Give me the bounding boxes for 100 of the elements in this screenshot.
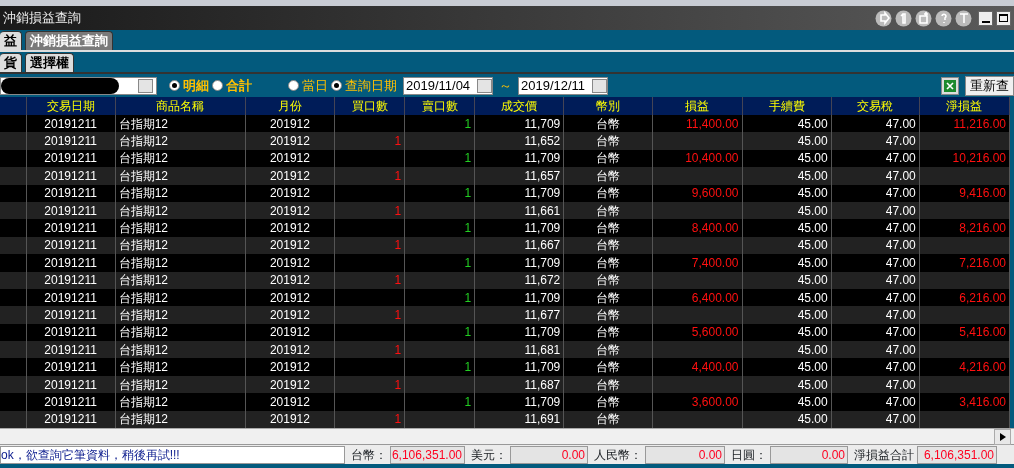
column-header[interactable]: 商品名稱 <box>115 97 246 115</box>
radio-button[interactable] <box>212 80 223 91</box>
table-cell: 11,709 <box>524 255 561 270</box>
table-cell: 台幣 <box>596 412 621 427</box>
account-dropdown[interactable] <box>0 76 157 95</box>
radio-label[interactable]: 明細 <box>183 75 209 96</box>
table-cell: 20191211 <box>44 238 97 253</box>
table-cell: 4,400.00 <box>691 360 739 375</box>
table-cell: 台幣 <box>596 203 621 218</box>
total-value: 6,106,351.00 <box>390 445 465 464</box>
column-header[interactable]: 月份 <box>245 97 335 115</box>
table-cell: 11,709 <box>524 290 561 305</box>
table-cell: 台指期12 <box>118 412 168 427</box>
table-cell: 47.00 <box>885 290 916 305</box>
status-message: ok，欲查詢它筆資料，稍後再試!!! <box>0 445 345 464</box>
table-cell: 45.00 <box>797 151 828 166</box>
table-cell: 20191211 <box>44 186 97 201</box>
table-cell: 台指期12 <box>118 134 168 149</box>
table-cell: 1 <box>394 134 402 149</box>
table-cell: 20191211 <box>44 203 97 218</box>
table-cell: 20191211 <box>44 255 97 270</box>
table-cell: 1 <box>464 360 472 375</box>
table-cell: 20191211 <box>44 151 97 166</box>
column-header[interactable]: 手續費 <box>742 97 832 115</box>
table-cell: 台幣 <box>596 151 621 166</box>
table-cell: 11,709 <box>524 325 561 340</box>
table-cell: 20191211 <box>44 325 97 340</box>
right-arrow-icon[interactable] <box>999 433 1006 442</box>
table-cell: 45.00 <box>797 342 828 357</box>
radio-button[interactable] <box>169 80 180 91</box>
table-cell: 台幣 <box>596 221 621 236</box>
table-cell: 47.00 <box>885 255 916 270</box>
minimize-button[interactable] <box>978 10 993 26</box>
column-header[interactable]: 買口數 <box>334 97 405 115</box>
table-cell: 11,681 <box>524 342 561 357</box>
table-cell: 11,657 <box>524 168 561 183</box>
table-cell: 1 <box>394 273 402 288</box>
table-cell: 20191211 <box>44 360 97 375</box>
column-header[interactable]: 淨損益 <box>919 97 1010 115</box>
table-cell: 11,709 <box>524 116 561 131</box>
table-cell: 台幣 <box>596 134 621 149</box>
table-cell: 11,709 <box>524 394 561 409</box>
column-header[interactable]: 賣口數 <box>404 97 475 115</box>
table-cell: 201912 <box>269 360 310 375</box>
radio-label[interactable]: 合計 <box>226 75 252 96</box>
table-cell: 1 <box>464 290 472 305</box>
table-cell: 8,400.00 <box>691 221 739 236</box>
date-dropdown[interactable]: 2019/12/11 <box>518 76 608 95</box>
table-cell: 台指期12 <box>118 342 168 357</box>
column-header[interactable]: 成交價 <box>474 97 564 115</box>
maximize-button[interactable] <box>996 10 1011 26</box>
table-cell: 台幣 <box>596 273 621 288</box>
radio-button[interactable] <box>331 80 342 91</box>
tab[interactable]: 貨 <box>0 53 22 72</box>
window-add-icon[interactable] <box>915 9 932 27</box>
table-cell: 11,400.00 <box>686 116 739 131</box>
spreadsheet-export-icon[interactable] <box>941 76 959 95</box>
column-header[interactable]: 幣別 <box>563 97 653 115</box>
total-label: 人民幣： <box>594 446 642 464</box>
table-cell: 11,709 <box>524 221 561 236</box>
table-cell: 5,416.00 <box>959 325 1006 340</box>
table-cell: 11,661 <box>524 203 561 218</box>
table-cell: 45.00 <box>797 377 828 392</box>
help-icon[interactable] <box>935 9 952 27</box>
table-cell: 11,687 <box>524 377 561 392</box>
table-cell: 9,416.00 <box>959 186 1006 201</box>
tab[interactable]: 選擇權 <box>25 53 74 72</box>
table-cell: 1 <box>464 255 472 270</box>
number-icon[interactable] <box>895 9 912 27</box>
exit-icon[interactable] <box>875 9 892 27</box>
tab[interactable]: 沖銷損益查詢 <box>25 31 113 50</box>
requery-button[interactable]: 重新查 <box>965 75 1014 96</box>
table-cell: 1 <box>394 342 402 357</box>
table-cell: 45.00 <box>797 412 828 427</box>
column-header[interactable]: 損益 <box>652 97 743 115</box>
radio-button[interactable] <box>288 80 299 91</box>
date-dropdown[interactable]: 2019/11/04 <box>403 76 493 95</box>
table-cell: 台幣 <box>596 186 621 201</box>
table-cell: 台指期12 <box>118 151 168 166</box>
horizontal-scrollbar[interactable] <box>0 428 1014 445</box>
table-cell: 台幣 <box>596 168 621 183</box>
tab[interactable]: 益 <box>0 31 22 50</box>
table-cell: 20191211 <box>44 377 97 392</box>
column-header[interactable]: 交易稅 <box>831 97 920 115</box>
column-header[interactable]: 交易日期 <box>26 97 116 115</box>
radio-label[interactable]: 當日 <box>302 75 328 96</box>
table-cell: 201912 <box>269 325 310 340</box>
table-cell: 45.00 <box>797 273 828 288</box>
total-label: 日圓： <box>731 446 767 464</box>
radio-label[interactable]: 查詢日期 <box>345 75 397 96</box>
table-cell: 台幣 <box>596 377 621 392</box>
table-cell: 47.00 <box>885 273 916 288</box>
table-cell: 5,600.00 <box>691 325 739 340</box>
table-cell: 20191211 <box>44 116 97 131</box>
table-cell: 20191211 <box>44 308 97 322</box>
table-cell: 201912 <box>269 134 310 149</box>
letter-icon[interactable] <box>955 9 972 27</box>
table-cell: 201912 <box>269 255 310 270</box>
table-cell: 47.00 <box>885 203 916 218</box>
table-cell: 47.00 <box>885 221 916 236</box>
